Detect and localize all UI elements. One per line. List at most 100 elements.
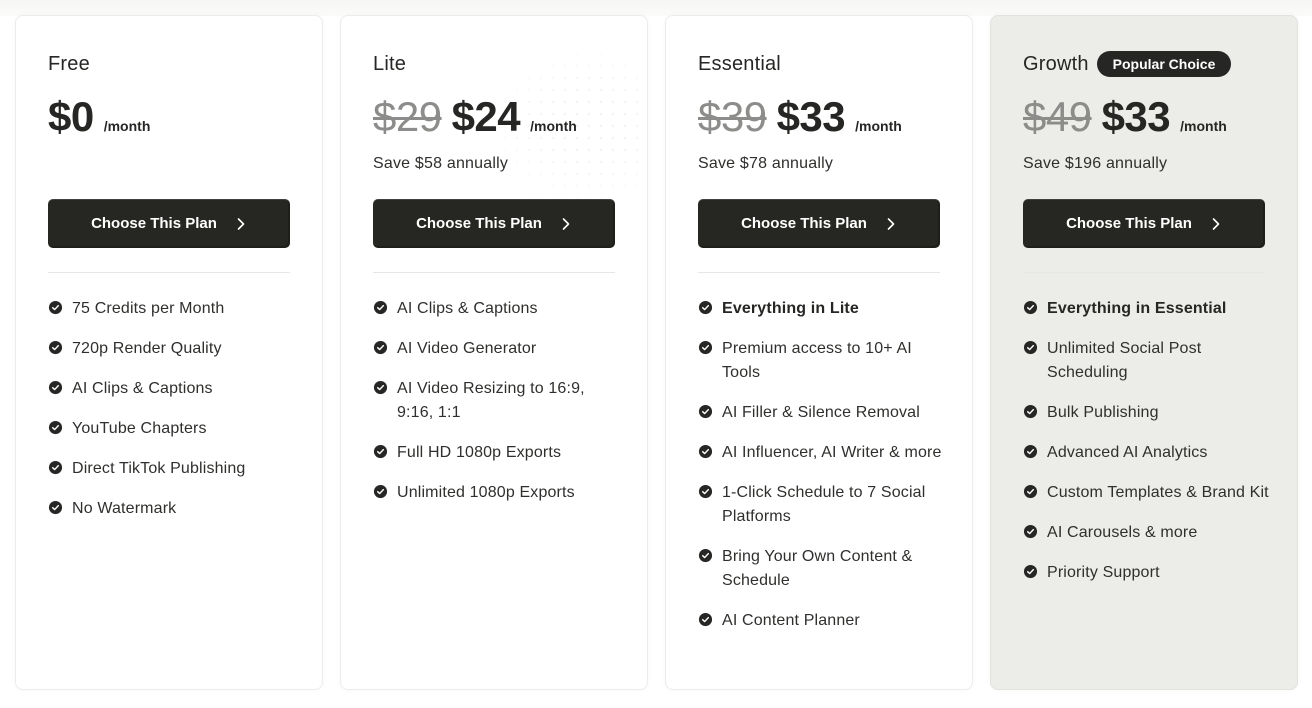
card-divider — [698, 272, 940, 273]
choose-plan-button[interactable]: Choose This Plan — [48, 199, 290, 248]
price-row: $49 $33 /month — [1023, 93, 1265, 141]
price-row: $39 $33 /month — [698, 93, 940, 141]
feature-text: AI Influencer, AI Writer & more — [722, 444, 942, 461]
feature-item: Everything in Lite — [698, 297, 948, 321]
feature-item: AI Clips & Captions — [373, 297, 623, 321]
choose-plan-button[interactable]: Choose This Plan — [698, 199, 940, 248]
chevron-right-icon — [562, 217, 570, 230]
check-circle-icon — [698, 404, 713, 419]
check-circle-icon — [1023, 564, 1038, 579]
check-circle-icon — [48, 380, 63, 395]
choose-plan-label: Choose This Plan — [91, 215, 217, 232]
original-price: $29 — [373, 93, 442, 140]
plan-card-essential: Essential $39 $33 /month Save $78 annual… — [665, 15, 973, 690]
feature-text: AI Clips & Captions — [72, 380, 213, 397]
card-divider — [373, 272, 615, 273]
feature-text: Everything in Lite — [722, 300, 859, 317]
feature-text: Advanced AI Analytics — [1047, 444, 1208, 461]
feature-text: AI Clips & Captions — [397, 300, 538, 317]
check-circle-icon — [1023, 300, 1038, 315]
feature-item: AI Influencer, AI Writer & more — [698, 441, 948, 465]
plan-header: Free — [48, 51, 290, 77]
feature-text: Bulk Publishing — [1047, 404, 1159, 421]
check-circle-icon — [373, 380, 388, 395]
annual-savings: Save $78 annually — [698, 155, 834, 172]
price-period: /month — [103, 118, 151, 134]
current-price: $0 — [48, 93, 94, 140]
feature-text: Unlimited Social Post Scheduling — [1047, 340, 1202, 381]
price-period: /month — [855, 118, 902, 134]
check-circle-icon — [373, 340, 388, 355]
chevron-right-icon — [1212, 217, 1220, 230]
choose-plan-button[interactable]: Choose This Plan — [373, 199, 615, 248]
feature-item: Direct TikTok Publishing — [48, 457, 298, 481]
check-circle-icon — [698, 300, 713, 315]
check-circle-icon — [1023, 444, 1038, 459]
annual-savings: Save $196 annually — [1023, 155, 1168, 172]
popular-choice-badge: Popular Choice — [1096, 51, 1232, 77]
check-circle-icon — [1023, 340, 1038, 355]
feature-text: Direct TikTok Publishing — [72, 460, 246, 477]
check-circle-icon — [48, 340, 63, 355]
feature-text: Premium access to 10+ AI Tools — [722, 340, 912, 381]
check-circle-icon — [698, 340, 713, 355]
feature-item: AI Filler & Silence Removal — [698, 401, 948, 425]
current-price: $24 — [451, 93, 521, 140]
feature-text: Everything in Essential — [1047, 300, 1227, 317]
feature-item: Unlimited 1080p Exports — [373, 481, 623, 505]
plan-header: Lite — [373, 51, 615, 77]
feature-text: YouTube Chapters — [72, 420, 207, 437]
feature-item: AI Content Planner — [698, 609, 948, 633]
page-top-fade — [0, 0, 1312, 16]
check-circle-icon — [698, 612, 713, 627]
feature-item: Bring Your Own Content & Schedule — [698, 545, 948, 593]
feature-text: Priority Support — [1047, 564, 1160, 581]
current-price: $33 — [776, 93, 846, 140]
feature-item: Everything in Essential — [1023, 297, 1273, 321]
choose-plan-label: Choose This Plan — [741, 215, 867, 232]
check-circle-icon — [48, 460, 63, 475]
check-circle-icon — [373, 484, 388, 499]
feature-item: Unlimited Social Post Scheduling — [1023, 337, 1273, 385]
check-circle-icon — [373, 444, 388, 459]
feature-item: Custom Templates & Brand Kit — [1023, 481, 1273, 505]
plan-name: Free — [48, 52, 90, 75]
feature-list: Everything in Lite Premium access to 10+ … — [698, 297, 948, 649]
choose-plan-button[interactable]: Choose This Plan — [1023, 199, 1265, 248]
feature-text: 1-Click Schedule to 7 Social Platforms — [722, 484, 926, 525]
feature-item: Bulk Publishing — [1023, 401, 1273, 425]
feature-item: No Watermark — [48, 497, 298, 521]
feature-item: Full HD 1080p Exports — [373, 441, 623, 465]
feature-item: AI Video Generator — [373, 337, 623, 361]
plan-card-free: Free $0 /month Choose This Plan 75 Credi… — [15, 15, 323, 690]
check-circle-icon — [48, 300, 63, 315]
feature-text: AI Video Generator — [397, 340, 537, 357]
feature-text: AI Content Planner — [722, 612, 860, 629]
check-circle-icon — [373, 300, 388, 315]
check-circle-icon — [48, 500, 63, 515]
check-circle-icon — [1023, 484, 1038, 499]
current-price: $33 — [1101, 93, 1171, 140]
check-circle-icon — [698, 484, 713, 499]
feature-text: 75 Credits per Month — [72, 300, 225, 317]
original-price: $39 — [698, 93, 767, 140]
feature-text: Full HD 1080p Exports — [397, 444, 562, 461]
card-divider — [48, 272, 290, 273]
check-circle-icon — [1023, 524, 1038, 539]
feature-text: Custom Templates & Brand Kit — [1047, 484, 1269, 501]
feature-item: AI Video Resizing to 16:9, 9:16, 1:1 — [373, 377, 623, 425]
feature-item: Priority Support — [1023, 561, 1273, 585]
feature-item: Premium access to 10+ AI Tools — [698, 337, 948, 385]
annual-savings — [48, 155, 290, 175]
feature-item: AI Carousels & more — [1023, 521, 1273, 545]
plan-name: Growth — [1023, 52, 1089, 75]
chevron-right-icon — [237, 217, 245, 230]
feature-item: YouTube Chapters — [48, 417, 298, 441]
plan-card-lite: Lite $29 $24 /month Save $58 annually Ch… — [340, 15, 648, 690]
feature-list: 75 Credits per Month 720p Render Quality A… — [48, 297, 298, 537]
price-period: /month — [1180, 118, 1227, 134]
feature-text: 720p Render Quality — [72, 340, 222, 357]
feature-item: AI Clips & Captions — [48, 377, 298, 401]
feature-item: 1-Click Schedule to 7 Social Platforms — [698, 481, 948, 529]
check-circle-icon — [698, 548, 713, 563]
